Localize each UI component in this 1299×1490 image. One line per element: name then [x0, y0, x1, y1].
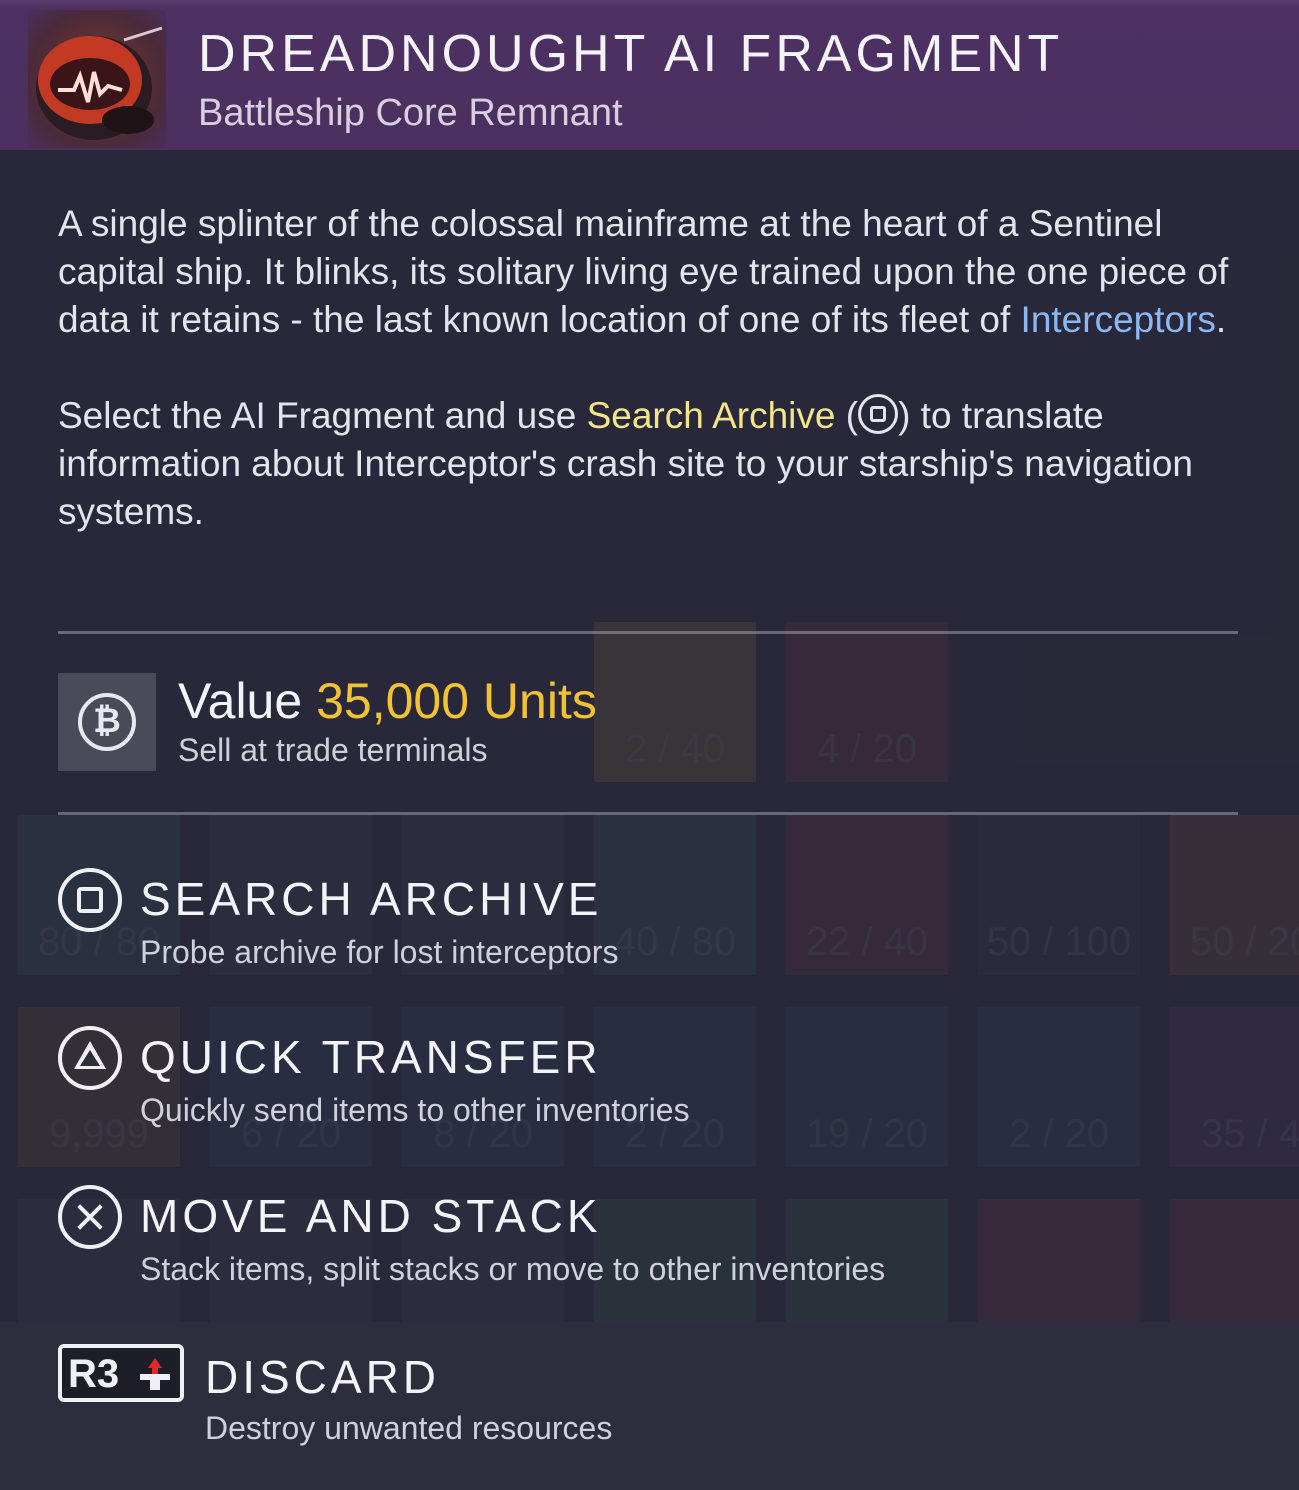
discard-bar — [0, 1322, 1299, 1490]
stick-press-icon — [140, 1358, 170, 1390]
square-button-icon — [58, 868, 122, 932]
ai-fragment-icon — [28, 10, 166, 148]
discard-action[interactable]: DISCARD — [205, 1350, 440, 1404]
action-name: SEARCH ARCHIVE — [140, 873, 603, 925]
units-currency-icon: ₿ — [58, 673, 156, 771]
triangle-button-icon — [58, 1026, 122, 1090]
description-paragraph-2: Select the AI Fragment and use Search Ar… — [58, 394, 1193, 532]
value-label: Value — [178, 673, 303, 729]
description-paragraph-1: A single splinter of the colossal mainfr… — [58, 203, 1229, 340]
action-name: MOVE AND STACK — [140, 1190, 602, 1242]
action-description: Stack items, split stacks or move to oth… — [140, 1251, 886, 1287]
action-description: Quickly send items to other inventories — [140, 1092, 690, 1128]
item-title: DREADNOUGHT AI FRAGMENT — [198, 25, 1064, 83]
value-subtext: Sell at trade terminals — [178, 732, 488, 768]
search-archive-action[interactable]: SEARCH ARCHIVE Probe archive for lost in… — [58, 868, 1258, 978]
divider-top — [58, 631, 1238, 634]
divider-bottom — [58, 812, 1238, 815]
value-amount: 35,000 Units — [316, 673, 597, 729]
action-name: QUICK TRANSFER — [140, 1031, 602, 1083]
item-subtitle: Battleship Core Remnant — [198, 92, 623, 134]
interceptors-link: Interceptors — [1020, 299, 1216, 340]
r3-button-icon[interactable]: R3 — [58, 1344, 184, 1402]
move-and-stack-action[interactable]: MOVE AND STACK Stack items, split stacks… — [58, 1185, 1258, 1295]
square-button-icon — [858, 394, 899, 434]
item-header: DREADNOUGHT AI FRAGMENT Battleship Core … — [0, 0, 1299, 150]
quick-transfer-action[interactable]: QUICK TRANSFER Quickly send items to oth… — [58, 1026, 1258, 1136]
cross-button-icon — [58, 1185, 122, 1249]
action-description: Probe archive for lost interceptors — [140, 934, 619, 970]
discard-description: Destroy unwanted resources — [205, 1410, 613, 1446]
search-archive-highlight: Search Archive — [586, 395, 836, 436]
value-row: Value 35,000 Units — [178, 672, 597, 730]
item-description: A single splinter of the colossal mainfr… — [58, 200, 1238, 584]
